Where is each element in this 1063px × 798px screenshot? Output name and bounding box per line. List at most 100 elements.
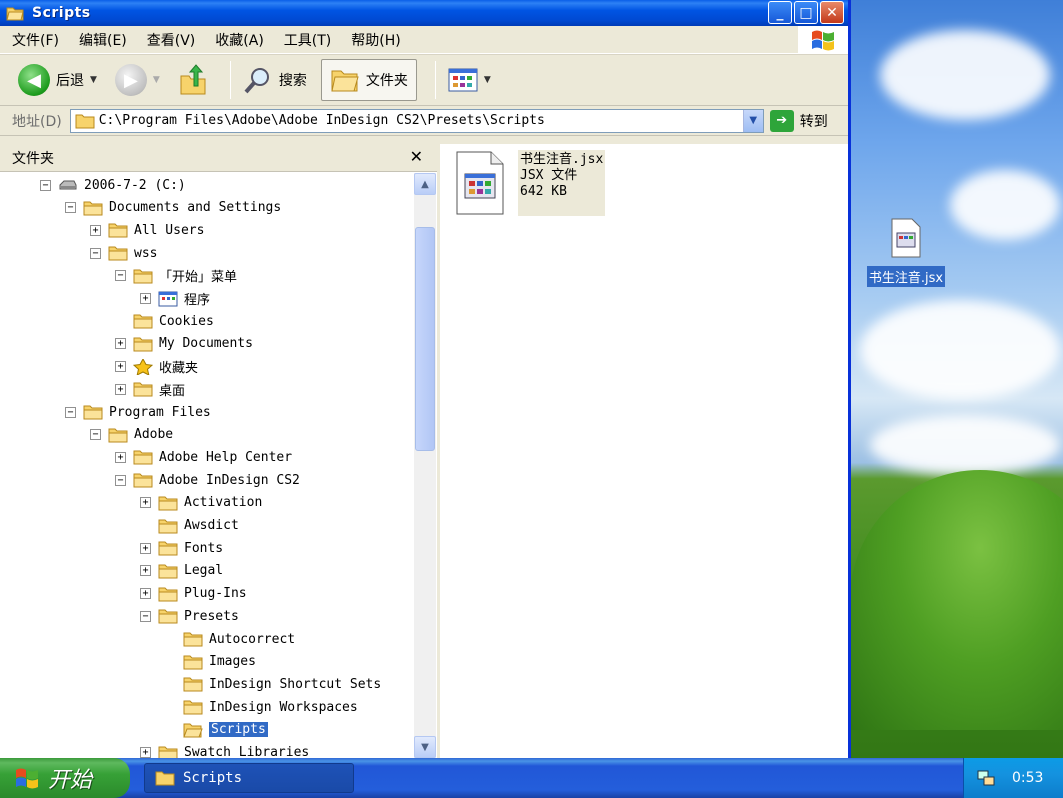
- expand-icon[interactable]: +: [140, 588, 151, 600]
- expand-icon[interactable]: +: [140, 542, 151, 554]
- chevron-down-icon[interactable]: ▼: [153, 75, 160, 85]
- desktop-cloud: [950, 170, 1060, 240]
- tree-node[interactable]: + Activation: [140, 492, 262, 514]
- tree-node[interactable]: Cookies: [115, 310, 214, 332]
- tree-node-label: InDesign Workspaces: [209, 699, 358, 715]
- tree-node-label: Presets: [184, 608, 239, 624]
- tree-node[interactable]: + Adobe Help Center: [115, 446, 292, 468]
- tree-node[interactable]: − Presets: [140, 605, 239, 627]
- tree-node[interactable]: + Legal: [140, 560, 223, 582]
- tree-node[interactable]: − Documents and Settings: [65, 197, 281, 219]
- collapse-icon[interactable]: −: [90, 429, 101, 441]
- close-button[interactable]: ✕: [820, 1, 844, 24]
- menu-view[interactable]: 查看(V): [147, 30, 196, 50]
- expand-icon[interactable]: +: [115, 361, 126, 373]
- tree-node[interactable]: + Plug-Ins: [140, 583, 247, 605]
- expand-icon[interactable]: +: [140, 565, 151, 577]
- tree-node-label: Cookies: [159, 313, 214, 329]
- tree-node[interactable]: Images: [165, 651, 256, 673]
- title-bar[interactable]: Scripts _ □ ✕: [0, 0, 848, 26]
- collapse-icon[interactable]: −: [140, 610, 151, 622]
- collapse-icon[interactable]: −: [115, 474, 126, 486]
- drive-icon: [58, 177, 84, 193]
- window-title: Scripts: [32, 5, 91, 21]
- expand-icon[interactable]: +: [140, 497, 151, 509]
- tree-node[interactable]: − Adobe: [90, 424, 173, 446]
- expand-icon[interactable]: +: [90, 224, 101, 236]
- taskbar-button-label: Scripts: [183, 770, 243, 786]
- jsx-file-icon: [456, 151, 504, 215]
- views-button[interactable]: ▼: [444, 59, 495, 101]
- tree-node[interactable]: − 「开始」菜单: [115, 265, 237, 287]
- chevron-down-icon[interactable]: ▼: [90, 75, 97, 85]
- collapse-icon[interactable]: −: [65, 202, 76, 214]
- menu-favorites[interactable]: 收藏(A): [215, 30, 264, 50]
- tree-node-label: Swatch Libraries: [184, 745, 310, 758]
- search-button[interactable]: 搜索: [239, 59, 311, 101]
- collapse-icon[interactable]: −: [90, 247, 101, 259]
- address-input[interactable]: C:\Program Files\Adobe\Adobe InDesign CS…: [69, 108, 764, 133]
- menu-tools[interactable]: 工具(T): [284, 30, 331, 50]
- desktop-file-icon[interactable]: 书生注音.jsx: [856, 218, 956, 287]
- tree-node[interactable]: Awsdict: [140, 515, 239, 537]
- address-label: 地址(D): [12, 113, 62, 130]
- folder-icon: [108, 245, 134, 261]
- taskbar-button-scripts[interactable]: Scripts: [144, 763, 354, 793]
- tree-node[interactable]: + Fonts: [140, 537, 223, 559]
- chevron-down-icon[interactable]: ▼: [484, 75, 491, 85]
- tree-node[interactable]: Scripts: [165, 719, 269, 741]
- tree-node-label: Images: [209, 654, 256, 670]
- folder-icon: [133, 336, 159, 352]
- go-button[interactable]: ➔ 转到: [769, 109, 828, 132]
- scroll-down-button[interactable]: ▼: [414, 736, 436, 758]
- close-pane-icon[interactable]: ✕: [410, 147, 423, 166]
- expand-icon[interactable]: +: [115, 383, 126, 395]
- address-dropdown-button[interactable]: ▼: [742, 109, 763, 132]
- tree-node[interactable]: + All Users: [90, 219, 204, 241]
- tree-node[interactable]: InDesign Shortcut Sets: [165, 673, 381, 695]
- collapse-icon[interactable]: −: [115, 270, 126, 282]
- expand-icon[interactable]: +: [140, 747, 151, 758]
- scroll-thumb[interactable]: [415, 227, 435, 451]
- menu-help[interactable]: 帮助(H): [351, 30, 400, 50]
- back-button[interactable]: ◀ 后退 ▼: [14, 59, 101, 101]
- tree-node[interactable]: − wss: [90, 242, 157, 264]
- tree-node[interactable]: − 2006-7-2 (C:): [40, 174, 186, 196]
- forward-button[interactable]: ▶ ▼: [111, 59, 164, 101]
- tree-node-label: wss: [134, 245, 158, 261]
- file-item[interactable]: 书生注音.jsx JSX 文件 642 KB: [454, 150, 606, 216]
- tree-node[interactable]: + 桌面: [115, 378, 185, 400]
- maximize-button[interactable]: □: [794, 1, 818, 24]
- folder-icon: [108, 222, 134, 238]
- expand-icon[interactable]: +: [115, 338, 126, 350]
- tree-node[interactable]: + 程序: [140, 288, 210, 310]
- folders-button[interactable]: 文件夹: [320, 59, 417, 101]
- tree-node[interactable]: − Program Files: [65, 401, 211, 423]
- menu-edit[interactable]: 编辑(E): [79, 30, 127, 50]
- scroll-up-button[interactable]: ▲: [414, 173, 436, 195]
- tree-node-label: Plug-Ins: [184, 586, 247, 602]
- minimize-button[interactable]: _: [768, 1, 792, 24]
- folders-pane: 文件夹 ✕ −2006-7-2 (C:) − Documents and Setti…: [0, 144, 440, 758]
- collapse-icon[interactable]: −: [40, 179, 51, 191]
- start-button[interactable]: 开始: [0, 758, 130, 798]
- tree-node[interactable]: + Swatch Libraries: [140, 742, 310, 758]
- menu-file[interactable]: 文件(F): [12, 30, 59, 50]
- tree-node[interactable]: InDesign Workspaces: [165, 696, 358, 718]
- tree-node[interactable]: − Adobe InDesign CS2: [115, 469, 300, 491]
- tree-node[interactable]: + My Documents: [115, 333, 253, 355]
- desktop-cloud: [880, 30, 1050, 120]
- tree-node[interactable]: + 收藏夹: [115, 356, 198, 378]
- expand-icon[interactable]: +: [140, 293, 151, 304]
- tree-scrollbar[interactable]: ▲ ▼: [414, 173, 436, 758]
- expand-icon[interactable]: +: [115, 451, 126, 463]
- up-folder-button[interactable]: [174, 59, 212, 101]
- folder-icon: [158, 540, 184, 556]
- tree-node[interactable]: Autocorrect: [165, 628, 295, 650]
- collapse-icon[interactable]: −: [65, 406, 76, 418]
- tree-node-label: 2006-7-2 (C:): [84, 177, 186, 193]
- folder-icon: [133, 449, 159, 465]
- network-icon[interactable]: [976, 769, 996, 787]
